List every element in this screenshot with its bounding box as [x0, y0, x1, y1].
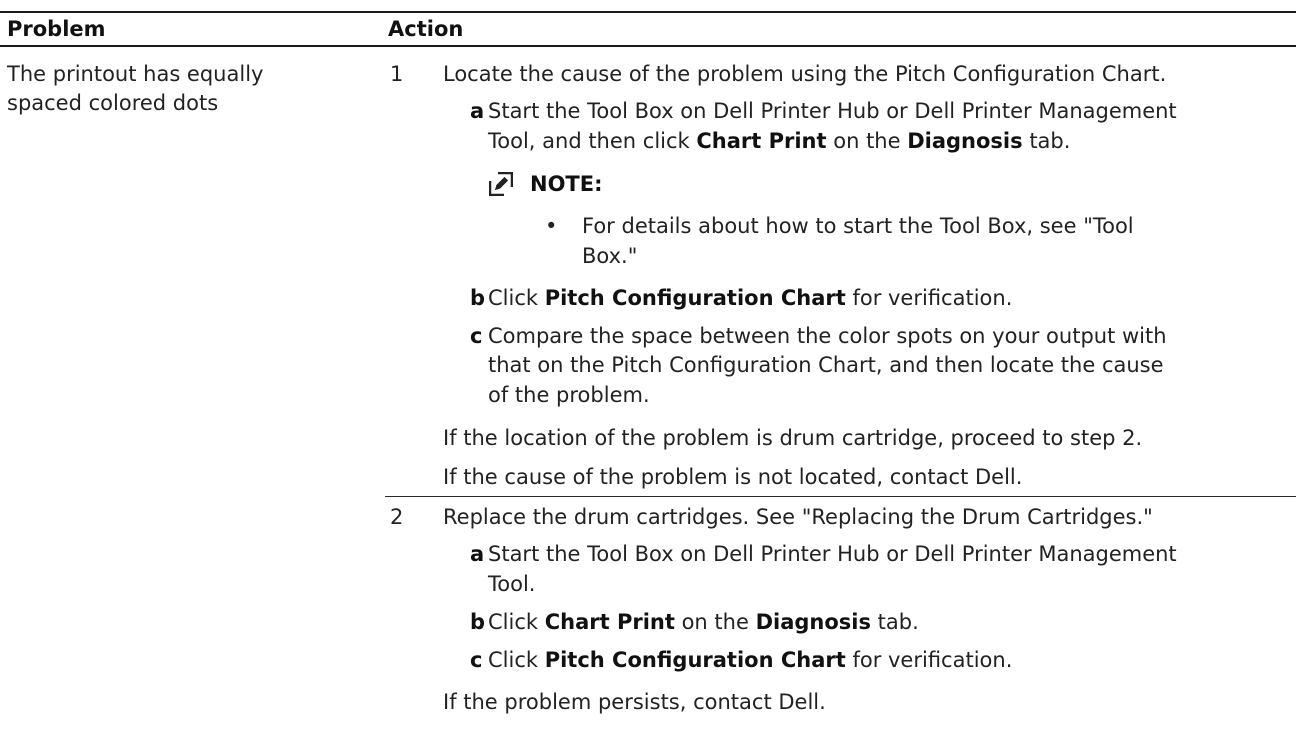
step-2b-text: Click Chart Print on the Diagnosis tab. — [488, 610, 919, 634]
step-1c-line2: that on the Pitch Configuration Chart, a… — [488, 353, 1164, 377]
chart-print-term: Chart Print — [696, 129, 827, 153]
pitch-chart-term: Pitch Configuration Chart — [544, 648, 846, 672]
header-bottom-rule — [0, 45, 1296, 47]
step-1c-line1: Compare the space between the color spot… — [488, 324, 1167, 348]
note-pencil-icon — [488, 171, 514, 201]
step-2-text: Replace the drum cartridges. See "Replac… — [443, 505, 1153, 529]
step-2c-text: Click Pitch Configuration Chart for veri… — [488, 648, 1013, 672]
step-1-text: Locate the cause of the problem using th… — [443, 62, 1167, 86]
note-bullet: • — [545, 214, 558, 238]
note-text-line2: Box." — [582, 244, 638, 268]
step-2b-letter: b — [470, 610, 486, 634]
step-2a-letter: a — [470, 542, 485, 566]
step-1a-line2: Tool, and then click Chart Print on the … — [488, 129, 1071, 153]
step-divider-rule — [385, 496, 1296, 497]
step-1a-letter: a — [470, 99, 485, 123]
step-1b-text: Click Pitch Configuration Chart for veri… — [488, 286, 1013, 310]
step-1-if-not-located: If the cause of the problem is not locat… — [443, 465, 1023, 489]
note-text-line1: For details about how to start the Tool … — [582, 214, 1134, 238]
note-label: NOTE: — [530, 172, 603, 196]
header-action: Action — [388, 17, 464, 41]
header-problem: Problem — [7, 17, 106, 41]
table-top-rule — [0, 11, 1296, 13]
step-2-if-persists: If the problem persists, contact Dell. — [443, 690, 826, 714]
diagnosis-term: Diagnosis — [755, 610, 871, 634]
step-1c-line3: of the problem. — [488, 383, 650, 407]
step-2a-line1: Start the Tool Box on Dell Printer Hub o… — [488, 542, 1177, 566]
step-2c-letter: c — [470, 648, 483, 672]
step-2a-line2: Tool. — [488, 572, 536, 596]
step-1c-letter: c — [470, 324, 483, 348]
step-1b-letter: b — [470, 286, 486, 310]
step-1-number: 1 — [390, 62, 404, 86]
step-1-if-drum: If the location of the problem is drum c… — [443, 426, 1143, 450]
problem-text-line2: spaced colored dots — [7, 91, 219, 115]
pitch-chart-term: Pitch Configuration Chart — [544, 286, 846, 310]
step-1a-line1: Start the Tool Box on Dell Printer Hub o… — [488, 99, 1177, 123]
diagnosis-term: Diagnosis — [907, 129, 1023, 153]
step-2-number: 2 — [390, 505, 404, 529]
problem-text-line1: The printout has equally — [7, 62, 264, 86]
chart-print-term: Chart Print — [544, 610, 675, 634]
